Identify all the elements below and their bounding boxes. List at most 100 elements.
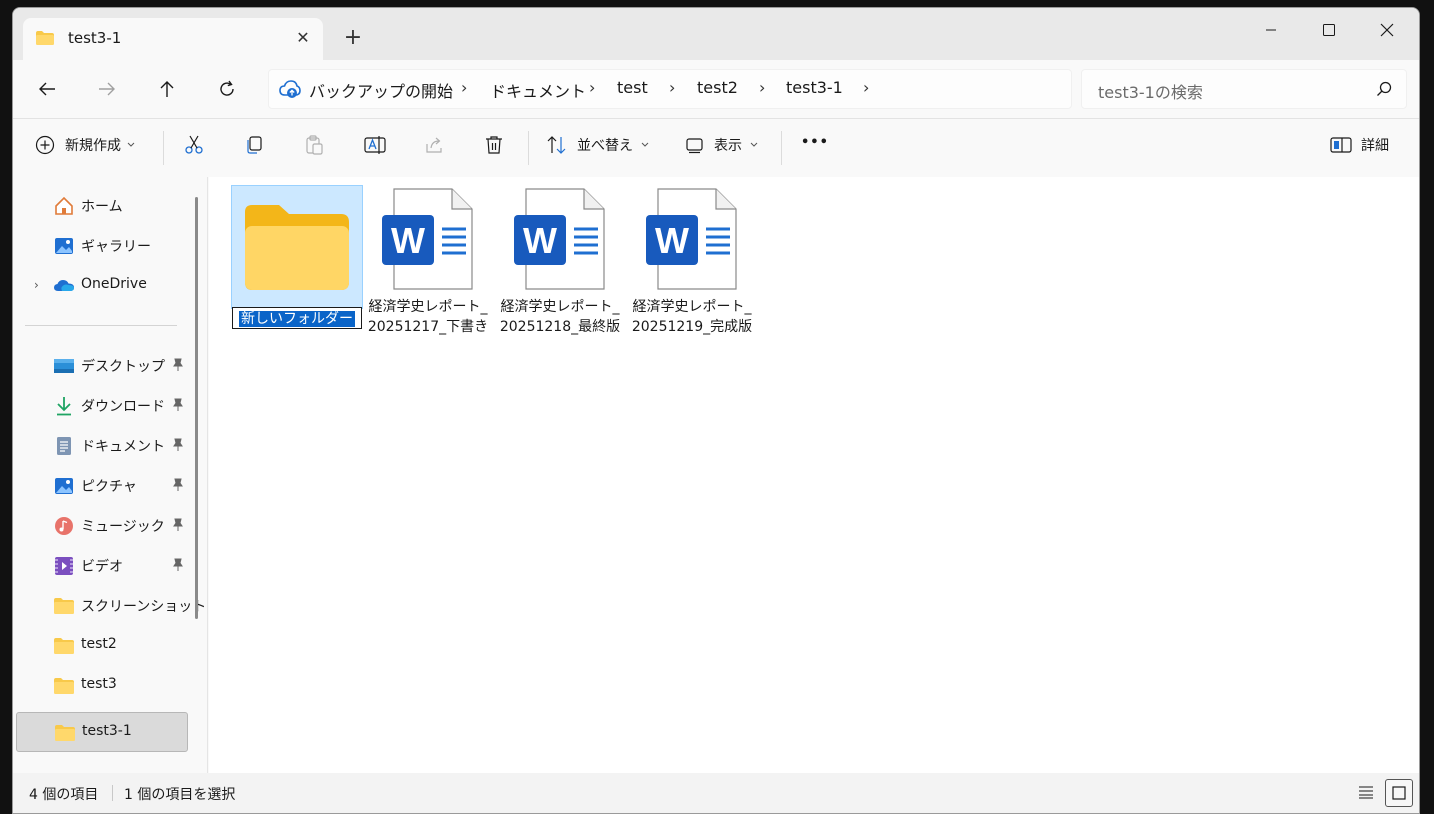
pin-icon[interactable] bbox=[171, 358, 183, 372]
breadcrumb-separator[interactable]: › bbox=[863, 78, 869, 97]
breadcrumb-backup[interactable]: バックアップの開始 bbox=[309, 78, 453, 102]
pin-icon[interactable] bbox=[171, 478, 183, 492]
view-label: 表示 bbox=[714, 138, 742, 154]
sidebar-item-label: ミュージック bbox=[81, 519, 165, 535]
delete-button[interactable] bbox=[484, 135, 504, 155]
more-options-button[interactable]: ••• bbox=[801, 135, 829, 150]
file-item-word[interactable]: W 経済学史レポート_20251217_下書き bbox=[363, 185, 493, 337]
breadcrumb-test[interactable]: test bbox=[617, 78, 648, 97]
chevron-down-icon bbox=[127, 142, 135, 147]
file-name: 経済学史レポート_20251217_下書き bbox=[367, 299, 489, 335]
chevron-down-icon bbox=[750, 142, 758, 147]
folder-icon bbox=[245, 205, 349, 290]
sidebar-item-gallery[interactable]: ギャラリー bbox=[16, 226, 186, 264]
details-view-button[interactable] bbox=[1353, 779, 1379, 805]
music-icon bbox=[55, 517, 73, 535]
pin-icon[interactable] bbox=[171, 398, 183, 412]
chevron-right-icon[interactable]: › bbox=[34, 278, 39, 292]
sort-button[interactable]: 並べ替え bbox=[546, 135, 649, 155]
new-button[interactable]: 新規作成 bbox=[35, 135, 135, 155]
navigation-bar: バックアップの開始 › ドキュメント › test › test2 › test… bbox=[13, 60, 1419, 118]
details-pane-button[interactable]: 詳細 bbox=[1330, 135, 1389, 155]
video-icon bbox=[55, 557, 73, 575]
toolbar-divider bbox=[528, 131, 529, 165]
details-pane-icon bbox=[1330, 137, 1352, 153]
arrow-left-icon bbox=[39, 82, 55, 96]
breadcrumb-separator[interactable]: › bbox=[759, 78, 765, 97]
sidebar-item-music[interactable]: ミュージック bbox=[16, 506, 186, 544]
pane-divider[interactable] bbox=[207, 177, 208, 773]
file-item-word[interactable]: W 経済学史レポート_20251218_最終版 bbox=[495, 185, 625, 337]
sidebar-scrollbar[interactable] bbox=[195, 197, 198, 619]
sidebar-item-label: ギャラリー bbox=[81, 239, 151, 255]
pin-icon[interactable] bbox=[171, 438, 183, 452]
breadcrumb-separator[interactable]: › bbox=[669, 78, 675, 97]
sidebar-item-documents[interactable]: ドキュメント bbox=[16, 426, 186, 464]
toolbar-divider bbox=[163, 131, 164, 165]
address-bar[interactable]: バックアップの開始 › ドキュメント › test › test2 › test… bbox=[268, 69, 1072, 109]
minimize-button[interactable] bbox=[1243, 14, 1299, 46]
cut-button[interactable] bbox=[184, 135, 204, 155]
tab-test3-1[interactable]: test3-1 ✕ bbox=[23, 18, 323, 60]
pin-icon[interactable] bbox=[171, 518, 183, 532]
paste-button[interactable] bbox=[304, 135, 324, 155]
scissors-icon bbox=[185, 135, 203, 154]
svg-text:W: W bbox=[655, 220, 689, 261]
sidebar-item-downloads[interactable]: ダウンロード bbox=[16, 386, 186, 424]
close-button[interactable] bbox=[1359, 14, 1415, 46]
item-count: 4 個の項目 bbox=[29, 787, 99, 803]
view-icon bbox=[686, 138, 703, 154]
sidebar-item-test3[interactable]: test3 bbox=[16, 666, 186, 704]
folder-icon bbox=[36, 31, 54, 45]
sidebar-item-test2[interactable]: test2 bbox=[16, 626, 186, 664]
share-button[interactable] bbox=[424, 135, 444, 155]
svg-text:W: W bbox=[391, 220, 425, 261]
rename-field[interactable]: 新しいフォルダー bbox=[232, 307, 362, 329]
file-item-folder[interactable]: 新しいフォルダー bbox=[231, 185, 363, 329]
copy-button[interactable] bbox=[244, 135, 264, 155]
sidebar-item-videos[interactable]: ビデオ bbox=[16, 546, 186, 584]
new-tab-button[interactable]: + bbox=[341, 26, 365, 50]
sidebar-item-label: ビデオ bbox=[81, 559, 123, 575]
word-document-icon: W bbox=[646, 188, 737, 290]
sidebar-item-home[interactable]: ホーム bbox=[16, 186, 186, 224]
sidebar-item-test3-1[interactable]: test3-1 bbox=[16, 712, 188, 752]
close-icon bbox=[1380, 23, 1394, 37]
file-item-word[interactable]: W 経済学史レポート_20251219_完成版 bbox=[627, 185, 757, 337]
sidebar-item-label: test3-1 bbox=[82, 723, 132, 739]
copy-icon bbox=[247, 136, 262, 154]
maximize-button[interactable] bbox=[1301, 14, 1357, 46]
sidebar-item-screenshots[interactable]: スクリーンショット bbox=[16, 586, 206, 624]
file-name: 経済学史レポート_20251218_最終版 bbox=[499, 299, 621, 335]
sidebar-item-desktop[interactable]: デスクトップ bbox=[16, 346, 186, 384]
rename-text[interactable]: 新しいフォルダー bbox=[239, 311, 355, 327]
rename-button[interactable] bbox=[364, 135, 386, 155]
search-input[interactable]: test3-1の検索 bbox=[1098, 79, 1203, 103]
sidebar-item-pictures[interactable]: ピクチャ bbox=[16, 466, 186, 504]
toolbar-divider bbox=[781, 131, 782, 165]
search-icon bbox=[1377, 81, 1392, 96]
search-box[interactable]: test3-1の検索 bbox=[1081, 69, 1407, 109]
navigation-pane: ホーム ギャラリー › OneDrive デスクトップ ダウンロード ドキュメン… bbox=[13, 177, 209, 773]
tab-close-button[interactable]: ✕ bbox=[289, 24, 317, 52]
back-button[interactable] bbox=[30, 74, 64, 104]
home-icon bbox=[55, 196, 73, 215]
breadcrumb-separator[interactable]: › bbox=[589, 78, 595, 97]
list-view-icon bbox=[1359, 786, 1373, 799]
word-document-icon: W bbox=[382, 188, 473, 290]
breadcrumb-test3-1[interactable]: test3-1 bbox=[786, 78, 843, 97]
view-button[interactable]: 表示 bbox=[685, 135, 758, 155]
selected-count: 1 個の項目を選択 bbox=[124, 787, 236, 803]
forward-button[interactable] bbox=[90, 74, 124, 104]
pin-icon[interactable] bbox=[171, 558, 183, 572]
large-icons-view-button[interactable] bbox=[1385, 779, 1413, 807]
refresh-button[interactable] bbox=[210, 74, 244, 104]
breadcrumb-documents[interactable]: ドキュメント bbox=[490, 78, 586, 102]
sidebar-item-onedrive[interactable]: › OneDrive bbox=[16, 266, 186, 304]
command-bar: 新規作成 並べ替え 表示 ••• 詳細 bbox=[13, 118, 1419, 178]
minimize-icon bbox=[1266, 29, 1276, 31]
breadcrumb-separator[interactable]: › bbox=[461, 78, 467, 97]
plus-circle-icon bbox=[35, 135, 55, 155]
breadcrumb-test2[interactable]: test2 bbox=[697, 78, 738, 97]
up-button[interactable] bbox=[150, 74, 184, 104]
